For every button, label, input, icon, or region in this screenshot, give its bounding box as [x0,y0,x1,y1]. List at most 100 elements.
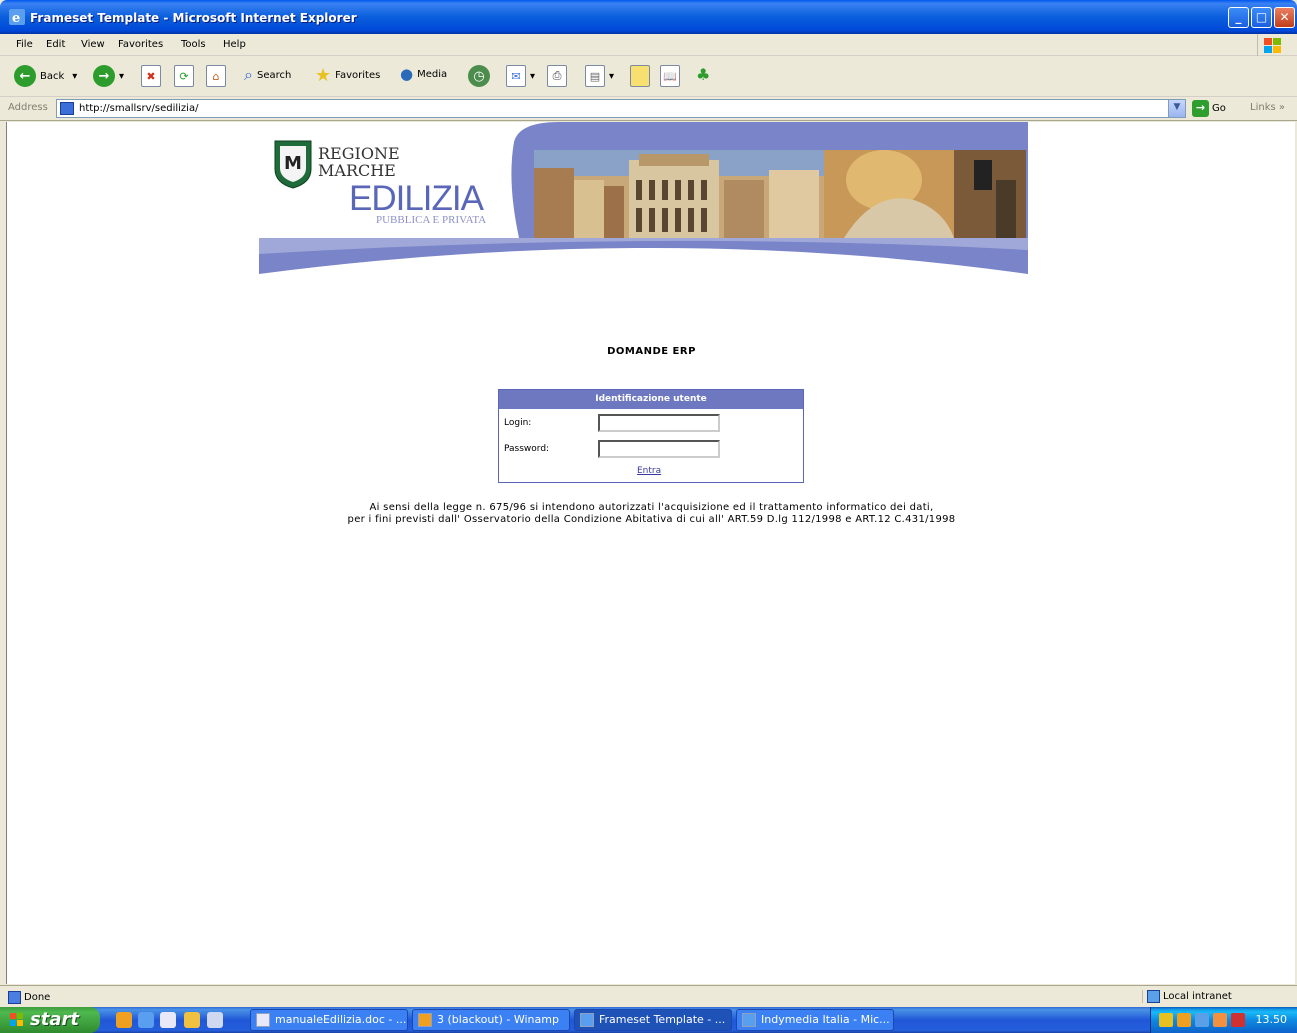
search-icon: ⌕ [244,65,253,84]
go-button[interactable]: → Go [1192,100,1226,117]
regione-marche-emblem-icon: M [274,140,312,189]
ideal-city-painting-image [534,150,1026,238]
tray-app-icon[interactable] [1159,1013,1173,1027]
maximize-button[interactable]: □ [1251,7,1272,28]
media-button[interactable]: ● Media [400,65,447,83]
search-button[interactable]: ⌕ Search [244,65,291,85]
taskbar: start manualeEdilizia.doc - ... 3 (black… [0,1007,1297,1033]
security-zone: Local intranet [1142,990,1232,1003]
chevron-down-icon: ▾ [609,70,615,82]
chevron-down-icon[interactable]: ▼ [1168,100,1185,117]
favorites-button[interactable]: ★ Favorites [315,65,380,86]
research-button[interactable]: 📖 [660,65,680,87]
address-url: http://smallsrv/sedilizia/ [79,103,199,114]
start-label: start [30,1009,79,1030]
forward-arrow-icon: → [93,65,115,87]
system-tray: 13.50 [1150,1007,1297,1033]
page-title: DOMANDE ERP [607,346,696,357]
password-input[interactable] [598,440,720,458]
ie-icon: e [9,9,25,25]
page-icon [60,102,74,115]
go-arrow-icon: → [1192,100,1209,117]
discuss-button[interactable] [630,65,650,87]
clock[interactable]: 13.50 [1256,1013,1288,1026]
start-button[interactable]: start [0,1007,100,1033]
chevron-down-icon: ▾ [530,70,536,82]
chevron-down-icon: ▾ [72,70,78,82]
address-input[interactable]: http://smallsrv/sedilizia/ ▼ [56,99,1186,118]
quicklaunch-desktop-icon[interactable] [160,1012,176,1028]
word-doc-icon [256,1013,270,1027]
edit-button[interactable]: ▤ ▾ [585,65,614,87]
refresh-button[interactable]: ⟳ [174,65,194,87]
tray-network-icon[interactable] [1195,1013,1209,1027]
privacy-notice-line2: per i fini previsti dall' Osservatorio d… [347,514,956,525]
status-bar: Done Local intranet [0,985,1297,1007]
task-button[interactable]: 3 (blackout) - Winamp [412,1009,570,1031]
chevron-down-icon: ▾ [119,70,125,82]
close-button[interactable]: ✕ [1274,7,1295,28]
menu-favorites[interactable]: Favorites [118,39,163,50]
windows-flag-icon [10,1013,23,1026]
task-button[interactable]: Indymedia Italia - Mic... [736,1009,894,1031]
page-content: M REGIONE MARCHE EDILIZIA PUBBLICA E PRI… [6,122,1295,984]
svg-text:e: e [12,11,20,25]
quicklaunch-app-icon[interactable] [207,1012,223,1028]
menu-tools[interactable]: Tools [181,39,206,50]
menu-view[interactable]: View [81,39,105,50]
menu-bar: File Edit View Favorites Tools Help [0,34,1297,56]
brand-subtitle: PUBBLICA E PRIVATA [376,214,487,226]
go-label: Go [1212,103,1226,114]
links-button[interactable]: Links » [1250,102,1285,113]
history-button[interactable]: ◷ [468,65,490,87]
tray-antivirus-icon[interactable] [1231,1013,1245,1027]
task-button[interactable]: manualeEdilizia.doc - ... [250,1009,408,1031]
minimize-button[interactable]: _ [1228,7,1249,28]
menu-file[interactable]: File [16,39,33,50]
history-icon: ◷ [468,65,490,87]
home-icon: ⌂ [206,65,226,87]
tray-app-icon[interactable] [1213,1013,1227,1027]
menu-help[interactable]: Help [223,39,246,50]
links-label: Links [1250,102,1276,113]
address-label: Address [8,102,48,113]
status-done: Done [8,991,50,1004]
task-button-active[interactable]: Frameset Template - ... [574,1009,732,1031]
search-label: Search [256,69,292,81]
login-box-title: Identificazione utente [499,390,803,409]
print-button[interactable]: ⎙ [547,65,567,87]
quicklaunch-ie-icon[interactable] [138,1012,154,1028]
intranet-icon [1147,990,1160,1003]
brand-edilizia: EDILIZIA [349,179,484,218]
favorites-label: Favorites [335,70,381,81]
ie-icon [742,1013,756,1027]
home-button[interactable]: ⌂ [206,65,226,87]
back-button[interactable]: ← Back ▾ [14,65,77,87]
address-bar: Address http://smallsrv/sedilizia/ ▼ → G… [0,97,1297,121]
quicklaunch-firefox-icon[interactable] [116,1012,132,1028]
messenger-icon: ♣ [696,65,711,84]
window-title: Frameset Template - Microsoft Internet E… [30,11,357,25]
back-arrow-icon: ← [14,65,36,87]
submit-link[interactable]: Entra [637,466,661,476]
refresh-icon: ⟳ [174,65,194,87]
messenger-button[interactable]: ♣ [696,65,710,84]
mail-button[interactable]: ✉ ▾ [506,65,535,87]
login-input[interactable] [598,414,720,432]
menu-edit[interactable]: Edit [46,39,65,50]
edit-icon: ▤ [585,65,605,87]
quicklaunch-winamp-icon[interactable] [184,1012,200,1028]
winamp-icon [418,1013,432,1027]
task-label: 3 (blackout) - Winamp [437,1013,559,1026]
page-icon [8,991,21,1004]
header-banner: M REGIONE MARCHE EDILIZIA PUBBLICA E PRI… [259,122,1028,274]
title-bar: e Frameset Template - Microsoft Internet… [0,0,1297,34]
tray-app-icon[interactable] [1177,1013,1191,1027]
brand-marche: MARCHE [318,161,396,180]
svg-text:M: M [284,153,302,174]
star-icon: ★ [315,65,332,86]
stop-button[interactable]: ✖ [141,65,161,87]
ie-icon [580,1013,594,1027]
task-label: Frameset Template - ... [599,1013,726,1026]
forward-button[interactable]: → ▾ [93,65,124,87]
